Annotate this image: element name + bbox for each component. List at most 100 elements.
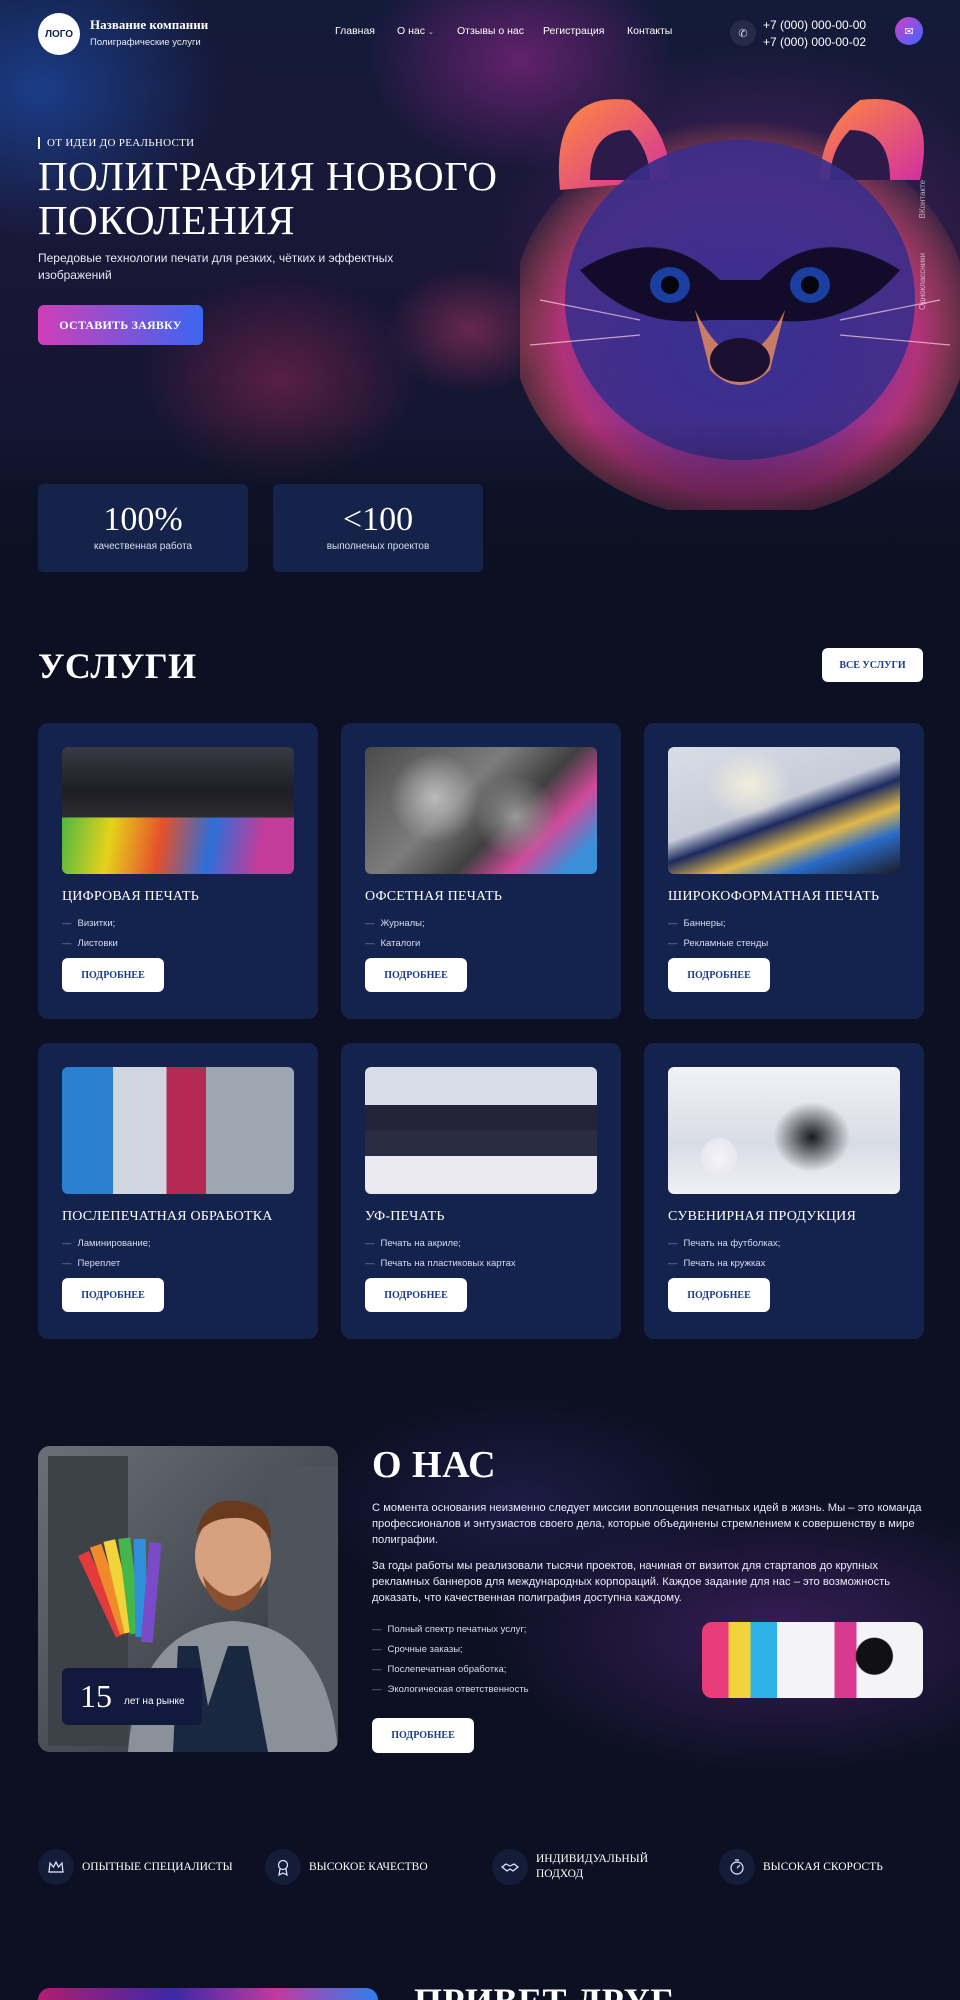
service-title: ЦИФРОВАЯ ПЕЧАТЬ	[62, 889, 199, 904]
service-point-text: Печать на пластиковых картах	[380, 1258, 516, 1269]
about-point: — Полный спектр печатных услуг;	[372, 1624, 527, 1635]
service-point-text: Каталоги	[380, 938, 421, 949]
service-card-postprint: ПОСЛЕПЕЧАТНАЯ ОБРАБОТКА — Ламинирование; …	[38, 1043, 318, 1339]
nav-item-home[interactable]: Главная	[335, 25, 375, 37]
more-button[interactable]: ПОДРОБНЕЕ	[62, 1278, 164, 1312]
mail-icon[interactable]: ✉	[895, 17, 923, 45]
service-point: — Печать на пластиковых картах	[365, 1258, 516, 1269]
color-proof-image	[702, 1622, 923, 1698]
about-point: — Послепечатная обработка;	[372, 1664, 507, 1675]
about-point-text: Полный спектр печатных услуг;	[387, 1624, 527, 1635]
about-more-button[interactable]: ПОДРОБНЕЕ	[372, 1718, 474, 1753]
service-point-text: Печать на акриле;	[380, 1238, 461, 1249]
about-paragraph: За годы работы мы реализовали тысячи про…	[372, 1560, 891, 1604]
service-image	[62, 747, 294, 874]
more-button[interactable]: ПОДРОБНЕЕ	[668, 1278, 770, 1312]
service-image	[365, 1067, 597, 1194]
social-link-ok[interactable]: Одноклассники	[918, 253, 927, 310]
phone-numbers: +7 (000) 000-00-00 +7 (000) 000-00-02	[763, 17, 866, 51]
more-button[interactable]: ПОДРОБНЕЕ	[365, 1278, 467, 1312]
service-point: — Переплет	[62, 1258, 121, 1269]
years-label: лет на рынке	[124, 1696, 185, 1707]
service-image	[365, 747, 597, 874]
social-link-vk[interactable]: ВКонтакте	[918, 180, 927, 219]
about-title: О НАС	[372, 1444, 497, 1486]
more-button[interactable]: ПОДРОБНЕЕ	[668, 958, 770, 992]
logo[interactable]: ЛОГО	[38, 13, 80, 55]
about-point: — Экологическая ответственность	[372, 1684, 529, 1695]
service-point-text: Ламинирование;	[77, 1238, 151, 1249]
service-point-text: Печать на кружках	[683, 1258, 766, 1269]
chevron-down-icon: ⌄	[427, 29, 434, 36]
company-subtitle: Полиграфические услуги	[90, 37, 201, 48]
more-button[interactable]: ПОДРОБНЕЕ	[62, 958, 164, 992]
service-point-text: Журналы;	[380, 918, 425, 929]
nav-item-registration[interactable]: Регистрация	[543, 25, 604, 37]
phone-2[interactable]: +7 (000) 000-00-02	[763, 34, 866, 51]
service-point: — Каталоги	[365, 938, 421, 949]
service-point-text: Листовки	[77, 938, 118, 949]
feature-label: ОПЫТНЫЕ СПЕЦИАЛИСТЫ	[82, 1861, 233, 1873]
stat-label: качественная работа	[93, 541, 193, 552]
stopwatch-icon	[719, 1849, 755, 1885]
service-point: — Печать на кружках	[668, 1258, 766, 1269]
page: ЛОГО Название компании Полиграфические у…	[0, 0, 960, 2000]
service-point-text: Переплет	[77, 1258, 121, 1269]
service-point: — Печать на акриле;	[365, 1238, 461, 1249]
next-section-title: ПРИВЕТ ДРУГ	[414, 1980, 674, 2000]
company-block: Название компании Полиграфические услуги	[90, 17, 208, 48]
hero-title: ПОЛИГРАФИЯ НОВОГО ПОКОЛЕНИЯ	[38, 153, 498, 243]
feature-label: ВЫСОКОЕ КАЧЕСТВО	[309, 1861, 428, 1873]
about-point-text: Послепечатная обработка;	[387, 1664, 507, 1675]
feature-label: ИНДИВИДУАЛЬНЫЙ ПОДХОД	[536, 1853, 649, 1880]
hero-eyebrow: ОТ ИДЕИ ДО РЕАЛЬНОСТИ	[38, 137, 194, 149]
crown-icon	[38, 1849, 74, 1885]
service-title: ШИРОКОФОРМАТНАЯ ПЕЧАТЬ	[668, 889, 880, 904]
stat-value: 100%	[103, 501, 183, 538]
service-point: — Печать на футболках;	[668, 1238, 781, 1249]
nav-item-contacts[interactable]: Контакты	[627, 25, 672, 37]
service-point-text: Баннеры;	[683, 918, 726, 929]
service-point-text: Визитки;	[77, 918, 116, 929]
service-card-digital: ЦИФРОВАЯ ПЕЧАТЬ — Визитки; — Листовки ПОДР…	[38, 723, 318, 1019]
feature-speed: ВЫСОКАЯ СКОРОСТЬ	[719, 1849, 919, 1885]
all-services-button[interactable]: ВСЕ УСЛУГИ	[822, 648, 923, 682]
social-links: Одноклассники ВКонтакте	[918, 150, 928, 310]
service-card-souvenir: СУВЕНИРНАЯ ПРОДУКЦИЯ — Печать на футболка…	[644, 1043, 924, 1339]
years-value: 15	[80, 1678, 112, 1714]
feature-individual: ИНДИВИДУАЛЬНЫЙ ПОДХОД	[492, 1849, 692, 1885]
service-point-text: Рекламные стенды	[683, 938, 769, 949]
nav-item-reviews[interactable]: Отзывы о нас	[457, 25, 524, 37]
phone-1[interactable]: +7 (000) 000-00-00	[763, 17, 866, 34]
service-card-wide: ШИРОКОФОРМАТНАЯ ПЕЧАТЬ — Баннеры; — Реклам…	[644, 723, 924, 1019]
stat-value: <100	[342, 501, 414, 538]
years-badge: 15 лет на рынке	[62, 1668, 202, 1725]
service-card-offset: ОФСЕТНАЯ ПЕЧАТЬ — Журналы; — Каталоги ПОДР…	[341, 723, 621, 1019]
request-button[interactable]: ОСТАВИТЬ ЗАЯВКУ	[38, 305, 203, 345]
service-title: СУВЕНИРНАЯ ПРОДУКЦИЯ	[668, 1209, 857, 1224]
company-name: Название компании	[90, 17, 209, 32]
nav-item-about-label: О нас	[397, 25, 425, 37]
service-point-text: Печать на футболках;	[683, 1238, 781, 1249]
phone-icon: ✆	[730, 20, 756, 46]
about-point-text: Срочные заказы;	[387, 1644, 463, 1655]
service-point: — Листовки	[62, 938, 118, 949]
service-title: УФ-ПЕЧАТЬ	[365, 1209, 445, 1224]
nav-item-about[interactable]: О нас ⌄	[397, 25, 434, 37]
stat-label: выполненых проектов	[326, 541, 430, 552]
next-section-image	[38, 1988, 378, 2000]
more-button[interactable]: ПОДРОБНЕЕ	[365, 958, 467, 992]
about-point: — Срочные заказы;	[372, 1644, 463, 1655]
service-image	[668, 1067, 900, 1194]
service-title: ПОСЛЕПЕЧАТНАЯ ОБРАБОТКА	[62, 1209, 273, 1224]
services-title: УСЛУГИ	[38, 646, 197, 686]
about-point-text: Экологическая ответственность	[387, 1684, 529, 1695]
service-point: — Рекламные стенды	[668, 938, 769, 949]
service-title: ОФСЕТНАЯ ПЕЧАТЬ	[365, 889, 503, 904]
handshake-icon	[492, 1849, 528, 1885]
service-image	[62, 1067, 294, 1194]
service-point: — Баннеры;	[668, 918, 726, 929]
service-point: — Ламинирование;	[62, 1238, 151, 1249]
service-point: — Журналы;	[365, 918, 425, 929]
feature-quality: ВЫСОКОЕ КАЧЕСТВО	[265, 1849, 465, 1885]
